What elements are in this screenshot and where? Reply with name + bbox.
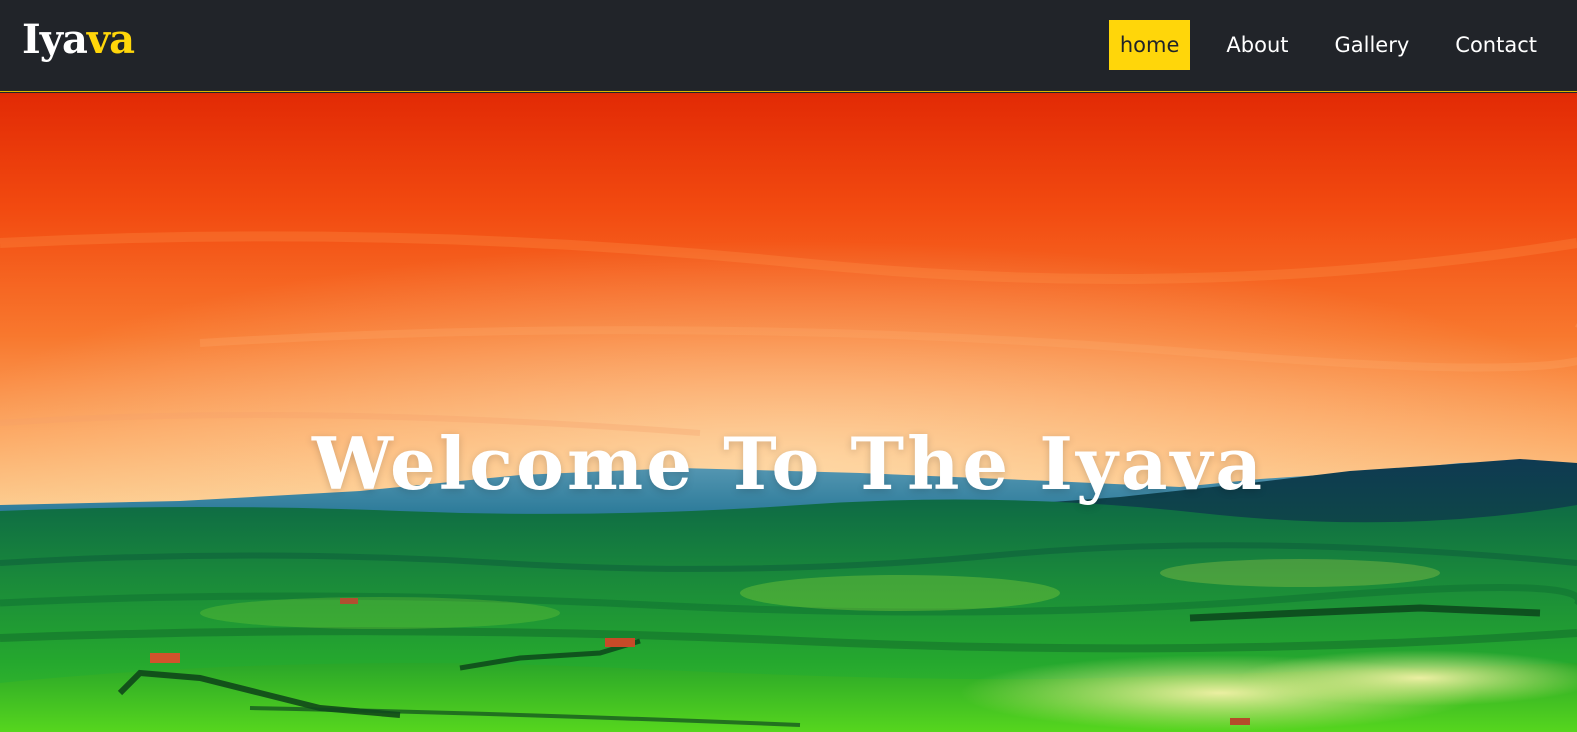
nav-link-about[interactable]: About [1208, 20, 1306, 70]
hero-landscape-image [0, 93, 1577, 732]
logo-text-main: Iya [22, 16, 88, 63]
nav-link-gallery[interactable]: Gallery [1317, 20, 1428, 70]
hero-title: Welcome To The Iyava [312, 421, 1265, 507]
nav-link-contact[interactable]: Contact [1437, 20, 1555, 70]
main-navigation: home About Gallery Contact [1108, 20, 1555, 70]
hero-section: Welcome To The Iyava [0, 93, 1577, 732]
site-logo[interactable]: Iyava [22, 14, 135, 66]
nav-link-home[interactable]: home [1108, 20, 1191, 70]
navbar: Iyava home About Gallery Contact [0, 0, 1577, 92]
logo-text-accent: va [86, 16, 135, 63]
